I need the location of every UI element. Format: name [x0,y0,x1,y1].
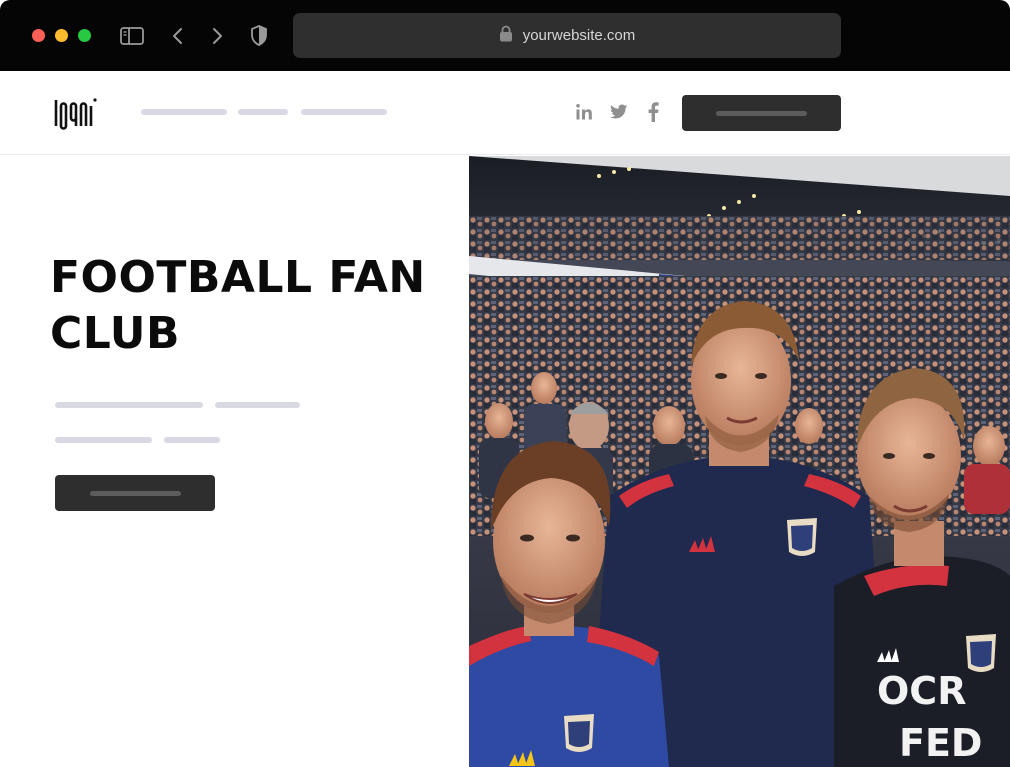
site-logo[interactable] [54,96,98,130]
header-cta-button[interactable] [682,95,841,131]
jersey-text-1: OCR [877,669,966,713]
address-bar[interactable]: yourwebsite.com [293,13,841,58]
button-label-placeholder [716,110,807,116]
hero-cta-button[interactable] [55,475,215,511]
minimize-window-button[interactable] [55,29,68,42]
button-label-placeholder [89,490,181,496]
paragraph-placeholder-line [55,402,203,408]
facebook-icon[interactable] [642,101,664,123]
lock-icon [499,25,513,47]
sidebar-icon[interactable] [118,22,146,50]
nav-link-placeholder[interactable] [238,109,288,115]
nav-link-placeholder[interactable] [301,109,387,115]
maximize-window-button[interactable] [78,29,91,42]
paragraph-placeholder-line [164,437,220,443]
hero-title-line-2: CLUB [50,308,181,359]
linkedin-icon[interactable] [573,101,595,123]
hero-photo: OCR FED [469,156,1010,767]
browser-toolbar: yourwebsite.com [0,0,1010,71]
paragraph-placeholder-line [215,402,300,408]
shield-icon[interactable] [245,22,273,50]
hero-title-line-1: FOOTBALL FAN [50,252,426,303]
hero-title: FOOTBALL FAN CLUB [50,250,450,362]
nav-link-placeholder[interactable] [141,109,227,115]
paragraph-placeholder-line [55,437,152,443]
back-icon[interactable] [164,22,192,50]
twitter-icon[interactable] [608,101,630,123]
browser-window: yourwebsite.com FOOTBALL FAN CLUB OCR FE… [0,0,1010,767]
jersey-text-2: FED [899,721,982,765]
forward-icon[interactable] [203,22,231,50]
url-text: yourwebsite.com [522,27,636,44]
close-window-button[interactable] [32,29,45,42]
